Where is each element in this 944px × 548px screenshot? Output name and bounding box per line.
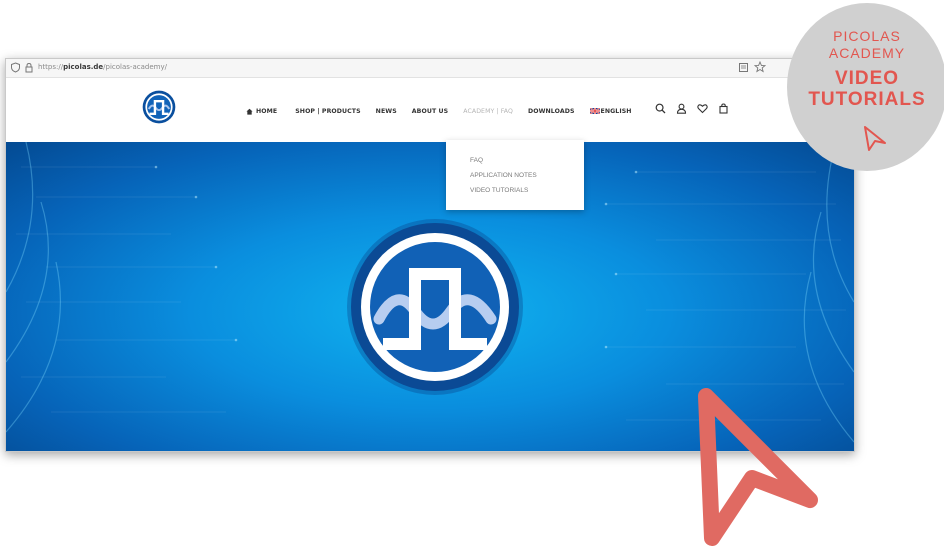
nav-item-label: HOME — [256, 107, 278, 115]
nav-item-shop-products[interactable]: SHOP | PRODUCTS — [295, 108, 360, 115]
badge-text-tutorials: TUTORIALS — [808, 89, 926, 110]
cursor-arrow-icon — [864, 126, 886, 151]
nav-item-label: ABOUT US — [411, 107, 449, 115]
search-icon[interactable] — [655, 103, 666, 114]
nav-item-label: ENGLISH — [600, 107, 632, 115]
nav-item-label: NEWS — [375, 107, 397, 115]
bag-icon[interactable] — [718, 103, 729, 114]
uk-flag-icon — [589, 108, 600, 114]
nav-item-news[interactable]: NEWS — [376, 108, 397, 115]
shield-icon — [11, 62, 20, 73]
dropdown-item-faq[interactable]: FAQ — [470, 157, 483, 164]
main-nav: HOME SHOP | PRODUCTS NEWS ABOUT US ACADE… — [246, 105, 632, 117]
large-cursor-arrow-icon — [698, 388, 818, 546]
nav-item-language[interactable]: ENGLISH — [589, 107, 632, 115]
nav-item-downloads[interactable]: DOWNLOADS — [528, 108, 575, 115]
nav-item-label: DOWNLOADS — [528, 107, 575, 115]
url-text[interactable]: https://picolas.de/picolas-academy/ — [38, 63, 167, 71]
reader-view-icon[interactable] — [738, 62, 749, 73]
heart-icon[interactable] — [697, 103, 708, 114]
academy-dropdown-menu: FAQ APPLICATION NOTES VIDEO TUTORIALS — [446, 140, 584, 210]
bookmark-star-icon[interactable] — [754, 61, 766, 73]
nav-item-about-us[interactable]: ABOUT US — [412, 108, 448, 115]
dropdown-item-video-tutorials[interactable]: VIDEO TUTORIALS — [470, 187, 528, 194]
picolas-hero-logo — [347, 219, 523, 395]
video-tutorials-badge[interactable]: PICOLAS ACADEMY VIDEO TUTORIALS — [787, 3, 944, 171]
badge-text-picolas: PICOLAS — [833, 28, 901, 44]
site-header: HOME SHOP | PRODUCTS NEWS ABOUT US ACADE… — [6, 78, 854, 142]
address-bar[interactable]: https://picolas.de/picolas-academy/ — [6, 59, 854, 78]
nav-item-home[interactable]: HOME — [246, 108, 277, 115]
user-icon[interactable] — [676, 103, 687, 114]
nav-item-label: ACADEMY | FAQ — [463, 107, 513, 115]
header-icons — [655, 103, 739, 114]
nav-item-academy-faq[interactable]: ACADEMY | FAQ — [463, 108, 513, 115]
lock-icon — [25, 62, 33, 73]
nav-item-label: SHOP | PRODUCTS — [295, 107, 361, 115]
badge-text-video: VIDEO — [834, 68, 900, 89]
picolas-logo[interactable] — [142, 90, 176, 124]
home-icon — [246, 108, 253, 115]
dropdown-item-application-notes[interactable]: APPLICATION NOTES — [470, 172, 537, 179]
badge-text-academy: ACADEMY — [828, 45, 906, 61]
